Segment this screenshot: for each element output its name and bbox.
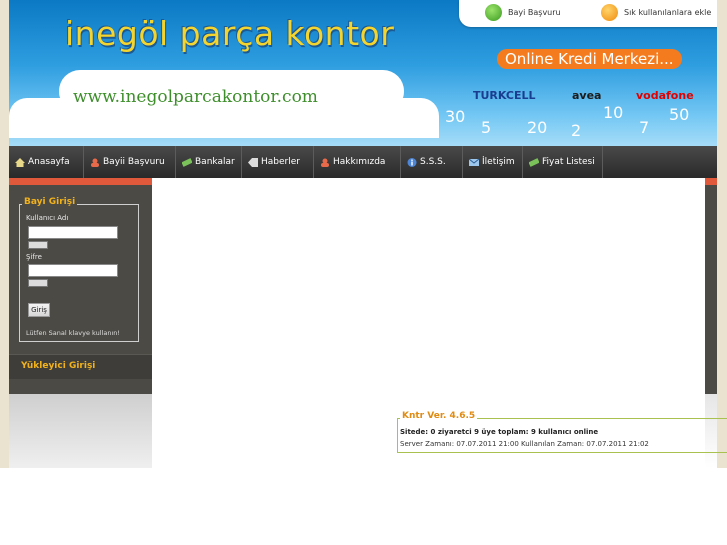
site-title: inegöl parça kontor	[65, 14, 395, 53]
top-links-bar: Bayi Başvuru Sık kullanılanlara ekle	[459, 0, 717, 27]
credit-number: 2	[571, 121, 582, 140]
main-nav: Anasayfa Bayii Başvuru Bankalar Haberler…	[9, 146, 717, 181]
credit-number: 10	[603, 103, 624, 122]
virtual-keyboard-icon[interactable]	[28, 241, 48, 249]
online-stats: Sitede: 0 ziyaretci 9 üye toplam: 9 kull…	[400, 428, 599, 436]
username-input[interactable]	[28, 226, 118, 239]
version-legend: Kntr Ver. 4.6.5	[400, 411, 478, 421]
left-sidebar: Bayi Girişi Kullanıcı Adı Şifre Giriş Lü…	[9, 178, 152, 394]
users-icon	[91, 158, 99, 167]
users-icon	[321, 158, 329, 167]
home-icon	[485, 4, 502, 21]
password-label: Şifre	[26, 253, 42, 261]
uploader-login-label: Yükleyici Girişi	[21, 361, 96, 371]
star-icon	[601, 4, 618, 21]
virtual-keyboard-note: Lütfen Sanal klavye kullanın!	[26, 329, 120, 337]
sidebar-accent-strip	[705, 178, 717, 185]
credit-number: 30	[445, 107, 466, 126]
server-time: Server Zamanı: 07.07.2011 21:00 Kullanıl…	[400, 440, 649, 448]
nav-item-fiyat-listesi[interactable]: Fiyat Listesi	[523, 146, 603, 178]
credit-number: 50	[669, 105, 690, 124]
nav-item-hakkimizda[interactable]: Hakkımızda	[314, 146, 401, 178]
nav-item-bayii-basvuru[interactable]: Bayii Başvuru	[84, 146, 176, 178]
virtual-keyboard-icon[interactable]	[28, 279, 48, 287]
main-content	[152, 178, 705, 394]
footer-center-panel: Kntr Ver. 4.6.5 Sitede: 0 ziyaretci 9 üy…	[152, 394, 727, 468]
site-footer: Kntr Ver. 4.6.5 Sitede: 0 ziyaretci 9 üy…	[9, 394, 727, 468]
uploader-login-link[interactable]: Yükleyici Girişi	[9, 354, 152, 379]
nav-item-bankalar[interactable]: Bankalar	[176, 146, 242, 178]
tag-icon	[248, 157, 258, 167]
avea-logo: avea	[572, 89, 602, 102]
credit-number: 7	[639, 118, 650, 137]
add-favorites-label: Sık kullanılanlara ekle	[624, 8, 712, 17]
nav-label: Anasayfa	[28, 157, 70, 167]
nav-label: Bankalar	[195, 157, 235, 167]
password-input[interactable]	[28, 264, 118, 277]
add-favorites-link[interactable]: Sık kullanılanlara ekle	[601, 4, 711, 21]
mail-icon	[469, 158, 479, 166]
username-label: Kullanıcı Adı	[26, 214, 69, 222]
login-button[interactable]: Giriş	[28, 303, 50, 317]
vodafone-logo: vodafone	[636, 89, 694, 102]
sidebar-accent-strip	[9, 178, 152, 185]
login-form: Bayi Girişi Kullanıcı Adı Şifre Giriş Lü…	[19, 197, 139, 342]
nav-label: İletişim	[482, 157, 515, 167]
credit-number: 5	[481, 118, 492, 137]
nav-label: Haberler	[261, 157, 300, 167]
money-icon	[529, 157, 539, 167]
credit-number: 20	[527, 118, 548, 137]
help-icon	[407, 157, 417, 167]
login-legend: Bayi Girişi	[22, 197, 78, 207]
nav-item-iletisim[interactable]: İletişim	[463, 146, 523, 178]
bayi-basvuru-link[interactable]: Bayi Başvuru	[485, 4, 561, 21]
footer-left-panel	[9, 394, 152, 468]
nav-item-haberler[interactable]: Haberler	[242, 146, 314, 178]
nav-label: Fiyat Listesi	[542, 157, 595, 167]
right-sidebar	[705, 178, 717, 394]
nav-item-sss[interactable]: S.S.S.	[401, 146, 463, 178]
money-icon	[182, 157, 192, 167]
nav-label: Bayii Başvuru	[103, 157, 165, 167]
turkcell-logo: TURKCELL	[473, 89, 536, 102]
nav-item-anasayfa[interactable]: Anasayfa	[9, 146, 84, 178]
site-header: inegöl parça kontor www.inegolparcakonto…	[9, 0, 717, 146]
site-url[interactable]: www.inegolparcakontor.com	[73, 87, 318, 107]
nav-label: Hakkımızda	[333, 157, 386, 167]
bayi-basvuru-label: Bayi Başvuru	[508, 8, 561, 17]
stats-box: Kntr Ver. 4.6.5 Sitede: 0 ziyaretci 9 üy…	[397, 411, 727, 453]
home-icon	[15, 157, 25, 167]
nav-label: S.S.S.	[420, 157, 446, 167]
kredi-merkezi-badge: Online Kredi Merkezi...	[497, 49, 682, 69]
